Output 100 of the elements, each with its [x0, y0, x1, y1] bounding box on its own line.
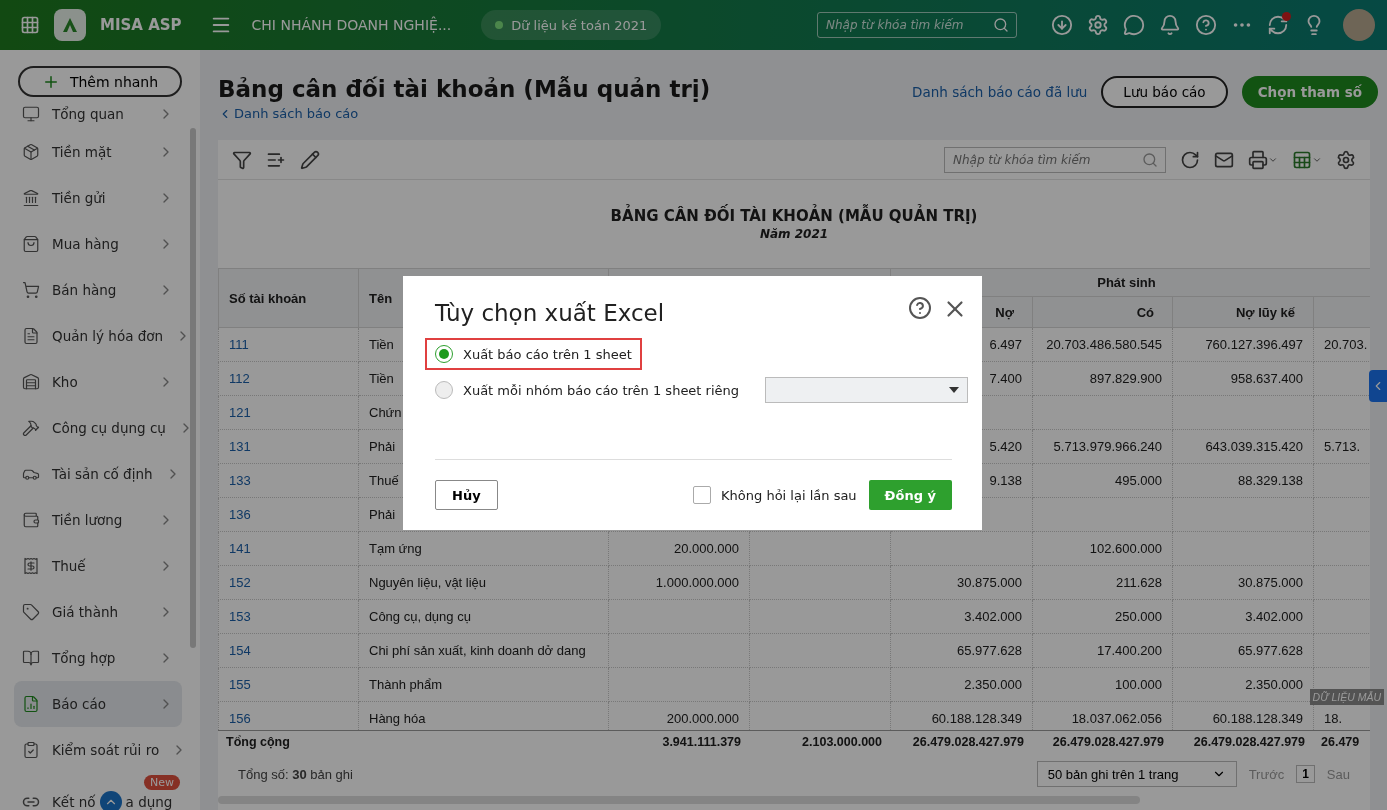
- branch-name[interactable]: CHI NHÁNH DOANH NGHIỆ...: [251, 17, 452, 33]
- search-icon[interactable]: [993, 17, 1009, 33]
- hammer-icon: [22, 419, 40, 437]
- sync-icon[interactable]: [1267, 14, 1289, 36]
- saved-reports-link[interactable]: Danh sách báo cáo đã lưu: [912, 84, 1088, 100]
- total-cell-text: 3.941.111.379: [661, 734, 742, 751]
- brand-name: MISA ASP: [100, 16, 182, 34]
- account-link[interactable]: 136: [229, 507, 251, 522]
- table-cell: 958.637.400: [1172, 361, 1314, 396]
- apps-grid-icon[interactable]: [20, 15, 40, 35]
- sidebar-item[interactable]: New Kết nố a dụng: [14, 773, 182, 810]
- sidebar-item[interactable]: Tổng hợp: [14, 635, 182, 681]
- cancel-button[interactable]: Hủy: [435, 480, 498, 510]
- sidebar-item[interactable]: Quản lý hóa đơn: [14, 313, 182, 359]
- cart-icon: [22, 281, 40, 299]
- spreadsheet-icon[interactable]: [1292, 149, 1312, 170]
- confirm-button[interactable]: Đồng ý: [868, 480, 952, 510]
- account-link[interactable]: 154: [229, 643, 251, 658]
- report-subtitle: Năm 2021: [759, 227, 829, 241]
- table-cell: Tạm ứng: [358, 531, 609, 566]
- sidebar-item[interactable]: Giá thành: [14, 589, 182, 635]
- help-icon[interactable]: [908, 296, 932, 320]
- choose-parameters-button[interactable]: Chọn tham số: [1241, 76, 1378, 108]
- table-cell: 102.600.000: [1032, 531, 1173, 566]
- radio-button[interactable]: [435, 381, 453, 399]
- print-icon[interactable]: [1248, 149, 1268, 170]
- table-cell: 65.977.628: [890, 633, 1033, 668]
- account-link[interactable]: 133: [229, 473, 251, 488]
- table-cell: 250.000: [1032, 599, 1173, 634]
- table-cell: 1.000.000.000: [608, 565, 750, 600]
- table-cell: 3.402.000: [890, 599, 1033, 634]
- sample-data-stamp: DỮ LIỆU MẪU: [1309, 689, 1384, 705]
- bank-icon: [22, 189, 40, 207]
- filter-icon[interactable]: [232, 149, 252, 170]
- wallet-icon: [22, 511, 40, 529]
- table-cell: 3.402.000: [1172, 599, 1314, 634]
- quick-add-button[interactable]: Thêm nhanh: [18, 66, 182, 97]
- account-link[interactable]: 152: [229, 575, 251, 590]
- account-link[interactable]: 155: [229, 677, 251, 692]
- account-link[interactable]: 156: [229, 711, 251, 726]
- table-cell: Thành phẩm: [358, 667, 609, 702]
- edit-icon[interactable]: [300, 149, 320, 170]
- column-header: Có: [1032, 296, 1173, 328]
- scrollbar[interactable]: [190, 128, 196, 648]
- sidebar-item[interactable]: Báo cáo: [14, 681, 182, 727]
- bell-icon[interactable]: [1159, 14, 1181, 36]
- checkbox[interactable]: [693, 486, 712, 504]
- sidebar-item[interactable]: Tiền gửi: [14, 175, 182, 221]
- account-link[interactable]: 131: [229, 439, 251, 454]
- monitor-icon: [22, 105, 40, 123]
- collapse-panel-tab[interactable]: [1369, 370, 1387, 402]
- table-cell: 30.875.000: [1172, 565, 1314, 600]
- highlighted-option[interactable]: Xuất báo cáo trên 1 sheet: [425, 338, 642, 370]
- account-link[interactable]: 112: [229, 371, 250, 386]
- refresh-icon[interactable]: [1180, 149, 1200, 170]
- receipt-icon: [22, 557, 40, 575]
- account-link[interactable]: 111: [229, 337, 249, 352]
- page-size-select[interactable]: 50 bản ghi trên 1 trang: [1036, 761, 1237, 787]
- table-cell: 100.000: [1032, 667, 1173, 702]
- table-cell: 88.329.138: [1172, 463, 1314, 498]
- page-title: Bảng cân đối tài khoản (Mẫu quản trị): [218, 76, 711, 102]
- report-icon: [22, 695, 40, 713]
- total-cell-text: 2.103.000.000: [801, 734, 883, 751]
- sidebar-item[interactable]: Thuế: [14, 543, 182, 589]
- total-cell-text: 26.479.028.427.979: [1192, 734, 1306, 751]
- record-count: Tổng số: 30 bản ghi: [238, 766, 353, 782]
- dont-ask-checkbox[interactable]: Không hỏi lại lần sau: [693, 486, 857, 504]
- sidebar-item[interactable]: Tiền mặt: [14, 129, 182, 175]
- sidebar-item[interactable]: Tiền lương: [14, 497, 182, 543]
- sidebar-item[interactable]: Tài sản cố định: [14, 451, 182, 497]
- table-cell: 20.703.486.580.545: [1032, 327, 1173, 362]
- column-header: Nợ lũy kế: [1172, 296, 1314, 328]
- account-link[interactable]: 153: [229, 609, 251, 624]
- settings-icon[interactable]: [1336, 149, 1356, 170]
- sidebar-item[interactable]: Kho: [14, 359, 182, 405]
- account-link[interactable]: 121: [229, 405, 251, 420]
- sidebar-item[interactable]: Kiểm soát rủi ro: [14, 727, 182, 773]
- caret-icon[interactable]: [949, 387, 959, 393]
- total-cell-text: Tổng cộng: [225, 734, 291, 751]
- download-icon[interactable]: [1051, 14, 1073, 36]
- scroll-up-button[interactable]: [99, 791, 122, 810]
- sidebar-item[interactable]: Bán hàng: [14, 267, 182, 313]
- back-link[interactable]: Danh sách báo cáo: [218, 106, 711, 121]
- sidebar-item[interactable]: Công cụ dụng cụ: [14, 405, 182, 451]
- save-report-button[interactable]: Lưu báo cáo: [1101, 76, 1228, 108]
- sidebar-item[interactable]: Tổng quan: [14, 99, 182, 129]
- radio-button[interactable]: [435, 345, 453, 363]
- search-field[interactable]: Nhập từ khóa tìm kiếm: [944, 146, 1166, 173]
- warehouse-icon: [22, 373, 40, 391]
- account-link[interactable]: 141: [229, 541, 251, 556]
- column-header: Số tài khoản: [218, 268, 359, 328]
- table-cell: 897.829.900: [1032, 361, 1173, 396]
- page-number[interactable]: 1: [1296, 765, 1315, 783]
- chat-icon[interactable]: [1123, 14, 1145, 36]
- table-cell: Công cụ, dụng cụ: [358, 599, 609, 634]
- logo-icon: [54, 9, 86, 41]
- table-cell: 30.875.000: [890, 565, 1033, 600]
- search-icon[interactable]: [1142, 151, 1158, 168]
- sidebar-item[interactable]: Mua hàng: [14, 221, 182, 267]
- book-icon: [22, 649, 40, 667]
